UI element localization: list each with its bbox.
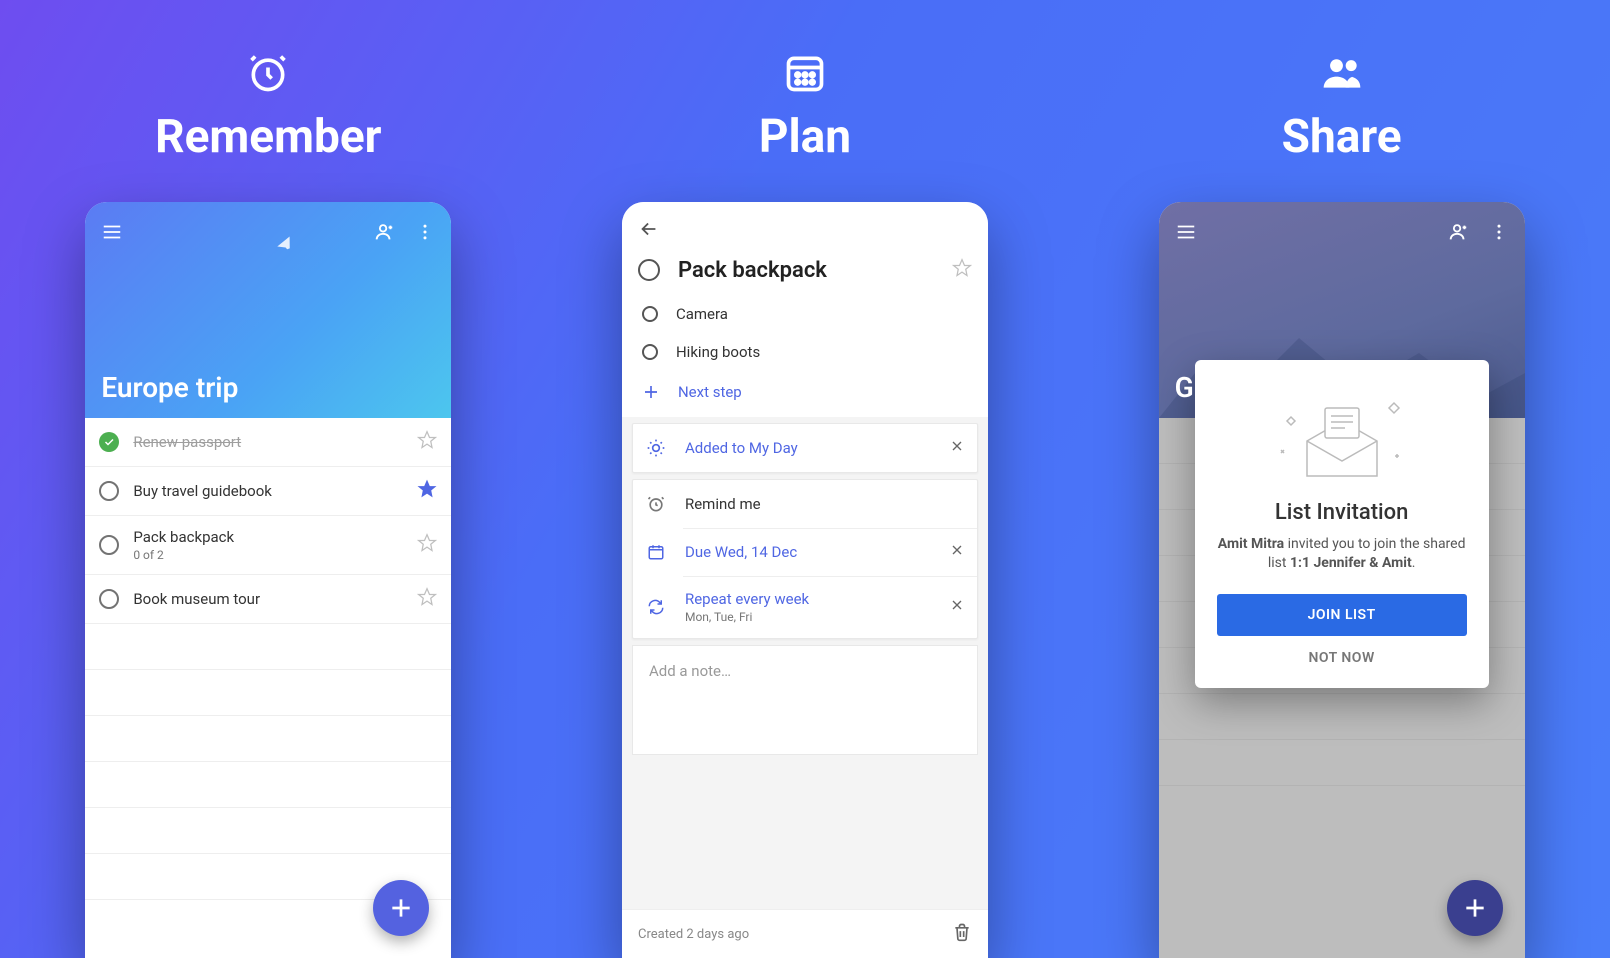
task-label: Renew passport	[133, 433, 403, 451]
note-input[interactable]: Add a note…	[632, 645, 978, 755]
column-plan: Plan Pack backpack Camera Hiking boots	[622, 50, 988, 958]
more-icon[interactable]	[1489, 222, 1509, 246]
task-checkbox[interactable]	[642, 306, 658, 322]
menu-icon[interactable]	[1175, 221, 1197, 247]
menu-icon[interactable]	[101, 221, 123, 247]
list-header: Europe trip	[85, 202, 451, 418]
task-detail-title: Pack backpack	[678, 258, 934, 283]
repeat-label: Repeat every week	[685, 590, 931, 608]
modal-title: List Invitation	[1217, 500, 1467, 525]
task-checkbox-checked[interactable]	[99, 432, 119, 452]
people-icon	[1319, 50, 1365, 96]
task-row[interactable]: Book museum tour	[85, 575, 451, 624]
myday-card: Added to My Day	[632, 423, 978, 473]
task-checkbox[interactable]	[99, 535, 119, 555]
remind-label: Remind me	[685, 495, 965, 513]
list-header: G	[1159, 202, 1525, 418]
task-list: Renew passport Buy travel guidebook Pack…	[85, 418, 451, 900]
task-label: Book museum tour	[133, 590, 403, 608]
due-label: Due Wed, 14 Dec	[685, 543, 931, 561]
repeat-days: Mon, Tue, Fri	[685, 610, 931, 624]
add-person-icon[interactable]	[1447, 221, 1469, 247]
next-step-label: Next step	[678, 383, 742, 401]
star-icon[interactable]	[952, 258, 972, 282]
task-label: Buy travel guidebook	[133, 482, 403, 500]
phone-remember: Europe trip Renew passport Buy travel gu…	[85, 202, 451, 958]
star-icon[interactable]	[417, 587, 437, 611]
alarm-icon	[245, 50, 291, 96]
task-checkbox[interactable]	[99, 481, 119, 501]
more-icon[interactable]	[415, 222, 435, 246]
section-title-remember: Remember	[155, 110, 381, 164]
calendar-icon	[782, 50, 828, 96]
join-list-button[interactable]: JOIN LIST	[1217, 594, 1467, 636]
myday-label: Added to My Day	[685, 439, 931, 457]
myday-row[interactable]: Added to My Day	[633, 424, 977, 472]
task-checkbox[interactable]	[642, 344, 658, 360]
star-icon[interactable]	[417, 533, 437, 557]
subtask-label: Camera	[676, 305, 728, 323]
star-icon[interactable]	[417, 430, 437, 454]
not-now-button[interactable]: NOT NOW	[1217, 650, 1467, 666]
task-label: Pack backpack	[133, 528, 403, 546]
task-checkbox[interactable]	[638, 259, 660, 281]
repeat-icon	[645, 598, 667, 616]
remove-icon[interactable]	[949, 542, 965, 562]
modal-body: Amit Mitra invited you to join the share…	[1217, 535, 1467, 574]
phone-share: G List Invitation Amit Mitra invited y	[1159, 202, 1525, 958]
add-step-button[interactable]: Next step	[622, 371, 988, 417]
section-title-plan: Plan	[759, 110, 851, 164]
task-row[interactable]: Pack backpack 0 of 2	[85, 516, 451, 575]
back-icon[interactable]	[638, 218, 660, 244]
task-row[interactable]: Buy travel guidebook	[85, 467, 451, 516]
task-checkbox[interactable]	[99, 589, 119, 609]
subtask-row[interactable]: Camera	[622, 295, 988, 333]
subtask-label: Hiking boots	[676, 343, 760, 361]
list-title: G	[1175, 371, 1509, 404]
detail-footer: Created 2 days ago	[622, 909, 988, 958]
column-remember: Remember Europe trip	[85, 50, 451, 958]
schedule-card: Remind me Due Wed, 14 Dec Repeat every w…	[632, 479, 978, 639]
remove-icon[interactable]	[949, 597, 965, 617]
due-row[interactable]: Due Wed, 14 Dec	[633, 528, 977, 576]
remove-icon[interactable]	[949, 438, 965, 458]
remind-row[interactable]: Remind me	[633, 480, 977, 528]
subtask-row[interactable]: Hiking boots	[622, 333, 988, 371]
repeat-row[interactable]: Repeat every week Mon, Tue, Fri	[633, 576, 977, 638]
delete-icon[interactable]	[952, 922, 972, 946]
section-title-share: Share	[1282, 110, 1402, 164]
add-task-button[interactable]	[1447, 880, 1503, 936]
add-person-icon[interactable]	[373, 221, 395, 247]
add-task-button[interactable]	[373, 880, 429, 936]
invitation-modal: List Invitation Amit Mitra invited you t…	[1195, 360, 1489, 688]
column-share: Share G	[1159, 50, 1525, 958]
sun-icon	[645, 438, 667, 458]
task-row[interactable]: Renew passport	[85, 418, 451, 467]
phone-plan: Pack backpack Camera Hiking boots Next s…	[622, 202, 988, 958]
star-icon[interactable]	[417, 479, 437, 503]
created-label: Created 2 days ago	[638, 927, 749, 942]
calendar-icon	[645, 543, 667, 561]
list-title: Europe trip	[101, 371, 435, 404]
alarm-icon	[645, 494, 667, 514]
task-progress: 0 of 2	[133, 548, 403, 562]
